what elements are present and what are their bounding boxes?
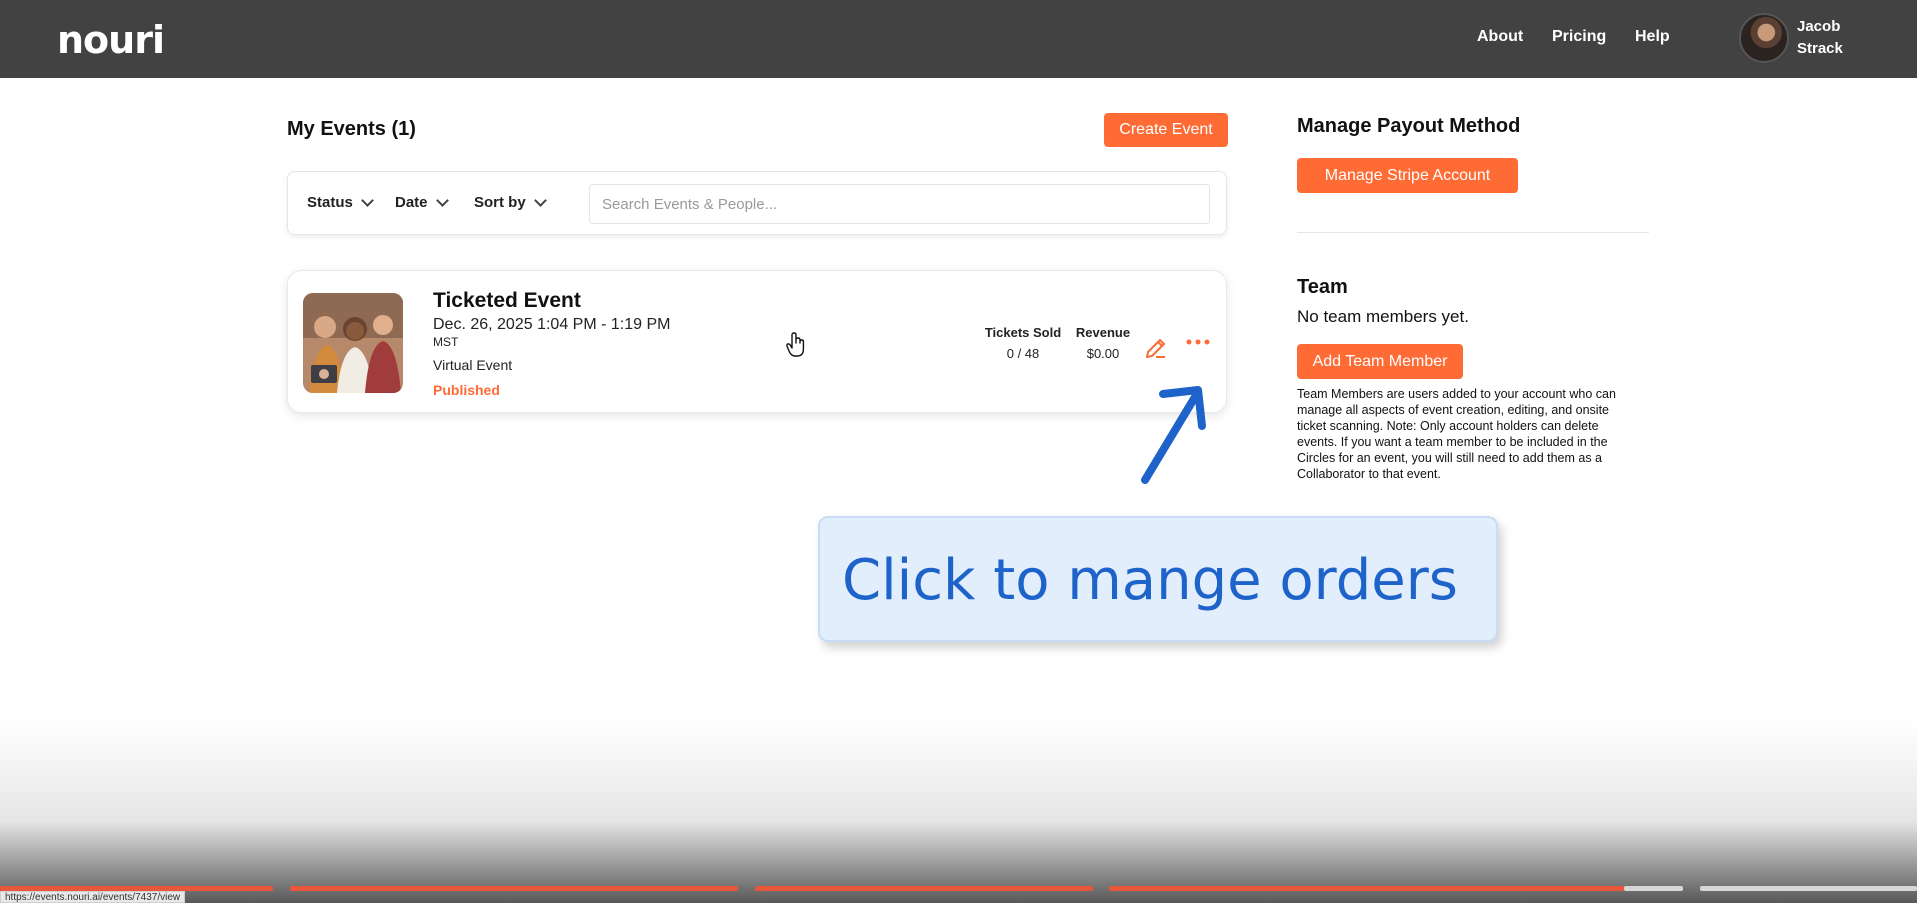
sort-by-label: Sort by <box>474 194 526 211</box>
chevron-down-icon <box>533 193 547 207</box>
section-divider <box>1297 232 1649 233</box>
tickets-sold-label: Tickets Sold <box>984 325 1062 340</box>
event-date: Dec. 26, 2025 1:04 PM - 1:19 PM <box>433 316 671 333</box>
event-card[interactable]: Ticketed Event Dec. 26, 2025 1:04 PM - 1… <box>287 270 1227 413</box>
chevron-down-icon <box>435 193 449 207</box>
progress-segment-4-remaining[interactable] <box>1624 886 1683 891</box>
chevron-down-icon <box>360 193 374 207</box>
status-filter-dropdown[interactable]: Status <box>307 193 374 211</box>
user-name[interactable]: Jacob Strack <box>1797 16 1843 60</box>
user-avatar[interactable] <box>1739 13 1789 63</box>
more-options-icon[interactable] <box>1185 335 1211 354</box>
video-fade-overlay <box>0 720 1917 903</box>
status-bar-url: https://events.nouri.ai/events/7437/view <box>0 891 186 903</box>
date-filter-dropdown[interactable]: Date <box>395 193 449 211</box>
status-filter-label: Status <box>307 194 353 211</box>
event-timezone: MST <box>433 335 459 349</box>
team-empty-message: No team members yet. <box>1297 307 1469 326</box>
tickets-sold-value: 0 / 48 <box>1006 346 1040 361</box>
nouri-logo[interactable]: nouri <box>57 18 165 62</box>
pointer-arrow-icon <box>1120 370 1230 495</box>
progress-segment-2[interactable] <box>290 886 738 891</box>
progress-segment-4[interactable] <box>1109 886 1624 891</box>
event-type: Virtual Event <box>433 357 513 373</box>
team-description: Team Members are users added to your acc… <box>1297 387 1616 481</box>
hand-cursor-icon <box>786 332 806 363</box>
date-filter-label: Date <box>395 194 428 211</box>
event-filter-bar: Status Date Sort by <box>287 171 1227 235</box>
user-first-name: Jacob <box>1797 18 1841 35</box>
create-event-button[interactable]: Create Event <box>1104 113 1228 147</box>
nav-help[interactable]: Help <box>1635 28 1670 46</box>
team-title: Team <box>1297 276 1348 298</box>
revenue-label: Revenue <box>1075 325 1131 340</box>
progress-segment-3[interactable] <box>755 886 1093 891</box>
add-team-member-button[interactable]: Add Team Member <box>1297 344 1463 379</box>
event-thumbnail <box>303 293 403 393</box>
progress-segment-5[interactable] <box>1700 886 1917 891</box>
my-events-title: My Events (1) <box>287 118 416 140</box>
top-navigation-bar: nouri About Pricing Help Jacob Strack <box>0 0 1917 78</box>
nav-about[interactable]: About <box>1477 28 1523 46</box>
search-events-input[interactable] <box>589 184 1210 224</box>
payout-method-title: Manage Payout Method <box>1297 115 1521 137</box>
tutorial-callout: Click to mange orders <box>818 516 1498 642</box>
event-status-badge: Published <box>433 382 500 398</box>
revenue-value: $0.00 <box>1086 346 1120 361</box>
user-last-name: Strack <box>1797 40 1843 57</box>
callout-text: Click to mange orders <box>842 548 1458 613</box>
manage-stripe-account-button[interactable]: Manage Stripe Account <box>1297 158 1518 193</box>
edit-pencil-icon[interactable] <box>1143 333 1169 364</box>
event-title[interactable]: Ticketed Event <box>433 289 581 313</box>
sort-by-dropdown[interactable]: Sort by <box>474 193 547 211</box>
nav-pricing[interactable]: Pricing <box>1552 28 1606 46</box>
